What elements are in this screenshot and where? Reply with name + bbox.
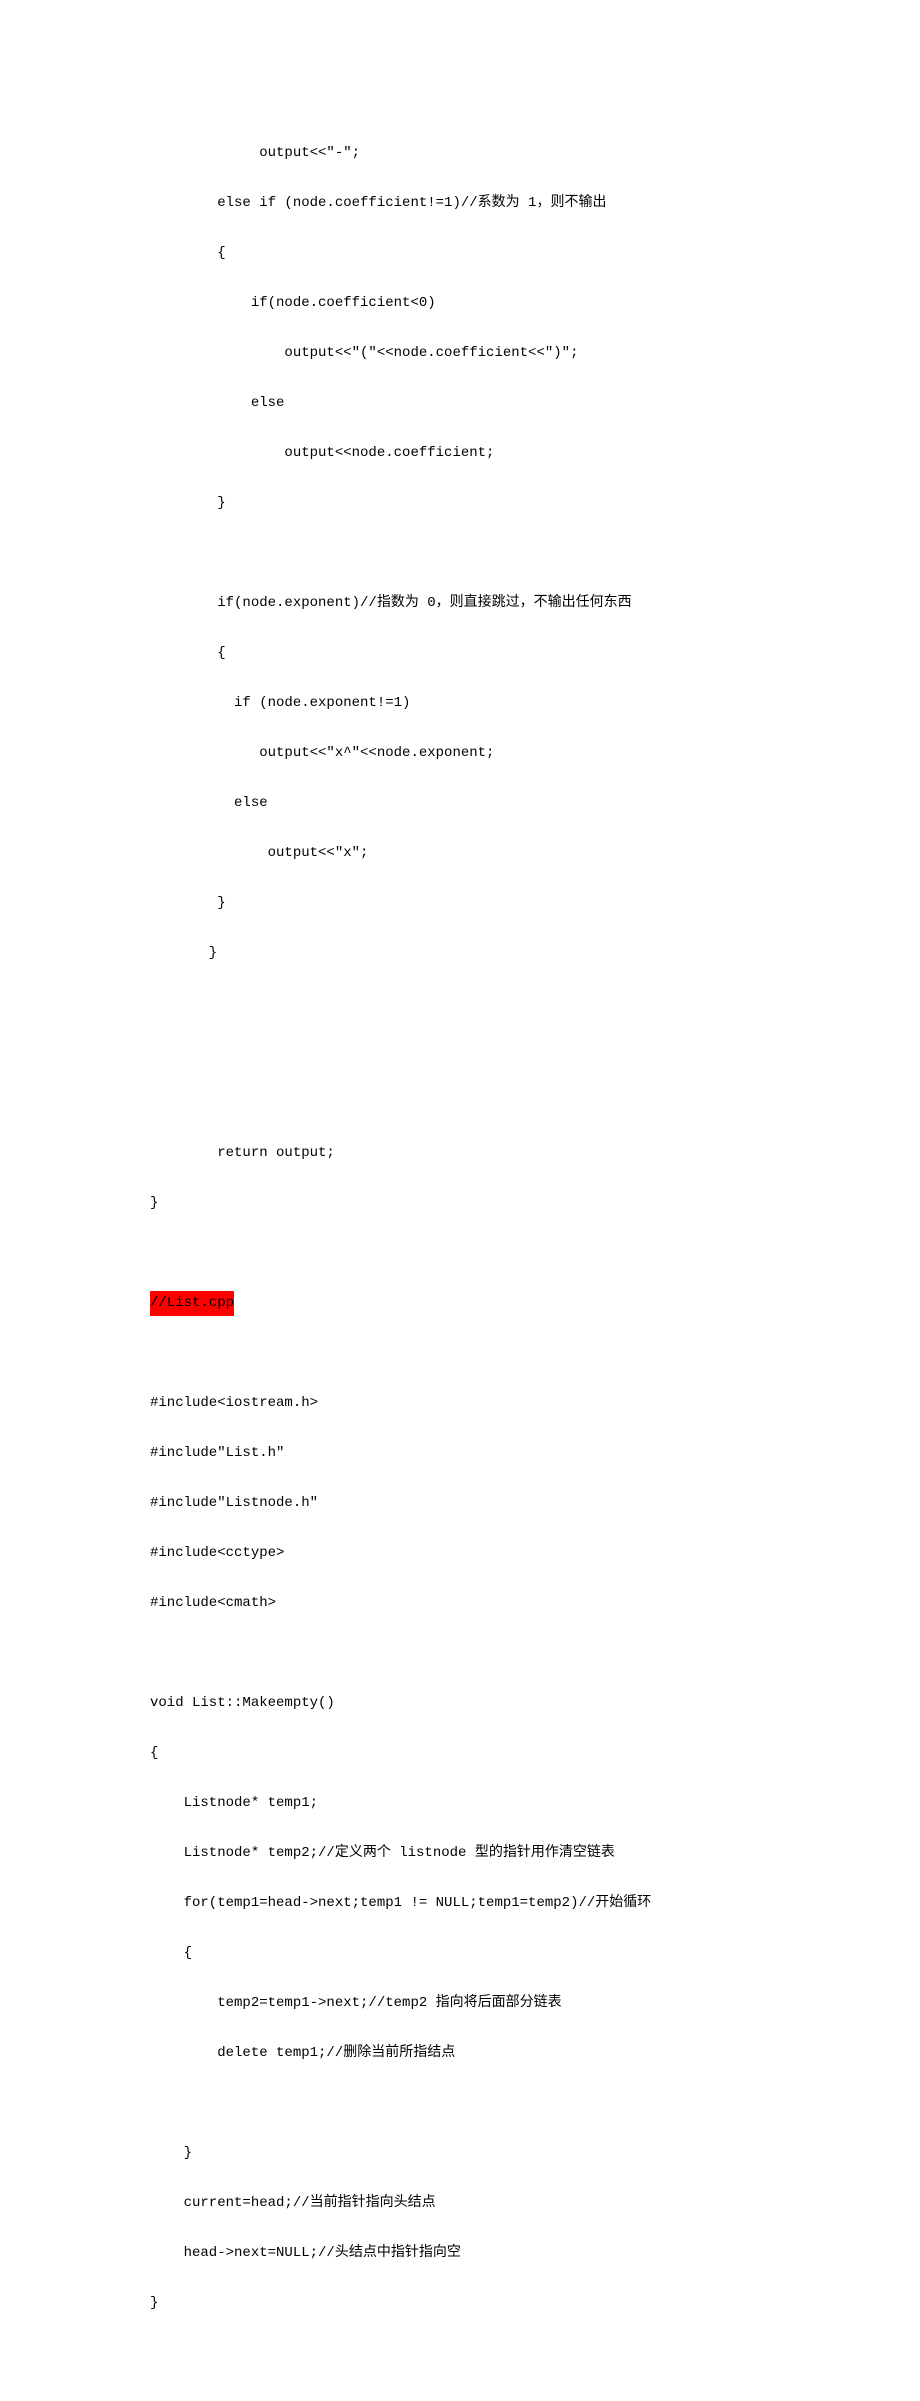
blank-line — [150, 1041, 770, 1066]
code-line: current=head;//当前指针指向头结点 — [150, 2191, 770, 2216]
code-line: else if (node.coefficient!=1)//系数为 1，则不输… — [150, 191, 770, 216]
code-line: Listnode* temp2;//定义两个 listnode 型的指针用作清空… — [150, 1841, 770, 1866]
code-line: #include"Listnode.h" — [150, 1491, 770, 1516]
code-line: output<<"x^"<<node.exponent; — [150, 741, 770, 766]
code-line: #include<cmath> — [150, 1591, 770, 1616]
blank-line — [150, 541, 770, 566]
highlight-label: //List.cpp — [150, 1291, 234, 1316]
code-line: #include"List.h" — [150, 1441, 770, 1466]
blank-line — [150, 1341, 770, 1366]
section-highlight: //List.cpp — [150, 1291, 770, 1316]
code-line: else — [150, 791, 770, 816]
code-line: for(temp1=head->next;temp1 != NULL;temp1… — [150, 1891, 770, 1916]
code-line: temp2=temp1->next;//temp2 指向将后面部分链表 — [150, 1991, 770, 2016]
code-line: { — [150, 1941, 770, 1966]
blank-line — [150, 1641, 770, 1666]
blank-line — [150, 1091, 770, 1116]
blank-line — [150, 1241, 770, 1266]
code-line: } — [150, 941, 770, 966]
code-line: #include<iostream.h> — [150, 1391, 770, 1416]
code-line: { — [150, 641, 770, 666]
code-line: } — [150, 1191, 770, 1216]
code-line: output<<node.coefficient; — [150, 441, 770, 466]
code-line: } — [150, 491, 770, 516]
code-line: else — [150, 391, 770, 416]
blank-line — [150, 991, 770, 1016]
code-line: if(node.exponent)//指数为 0，则直接跳过，不输出任何东西 — [150, 591, 770, 616]
code-line: if(node.coefficient<0) — [150, 291, 770, 316]
code-line: return output; — [150, 1141, 770, 1166]
code-line: output<<"-"; — [150, 141, 770, 166]
code-line: delete temp1;//删除当前所指结点 — [150, 2041, 770, 2066]
code-line: #include<cctype> — [150, 1541, 770, 1566]
code-line: head->next=NULL;//头结点中指针指向空 — [150, 2241, 770, 2266]
blank-line — [150, 2091, 770, 2116]
code-line: { — [150, 1741, 770, 1766]
code-line: } — [150, 2291, 770, 2316]
code-line: Listnode* temp1; — [150, 1791, 770, 1816]
code-line: output<<"x"; — [150, 841, 770, 866]
code-line: void List::Makeempty() — [150, 1691, 770, 1716]
code-line: if (node.exponent!=1) — [150, 691, 770, 716]
code-line: { — [150, 241, 770, 266]
code-line: } — [150, 891, 770, 916]
code-line: output<<"("<<node.coefficient<<")"; — [150, 341, 770, 366]
code-document: output<<"-"; else if (node.coefficient!=… — [0, 0, 920, 2401]
code-line: } — [150, 2141, 770, 2166]
